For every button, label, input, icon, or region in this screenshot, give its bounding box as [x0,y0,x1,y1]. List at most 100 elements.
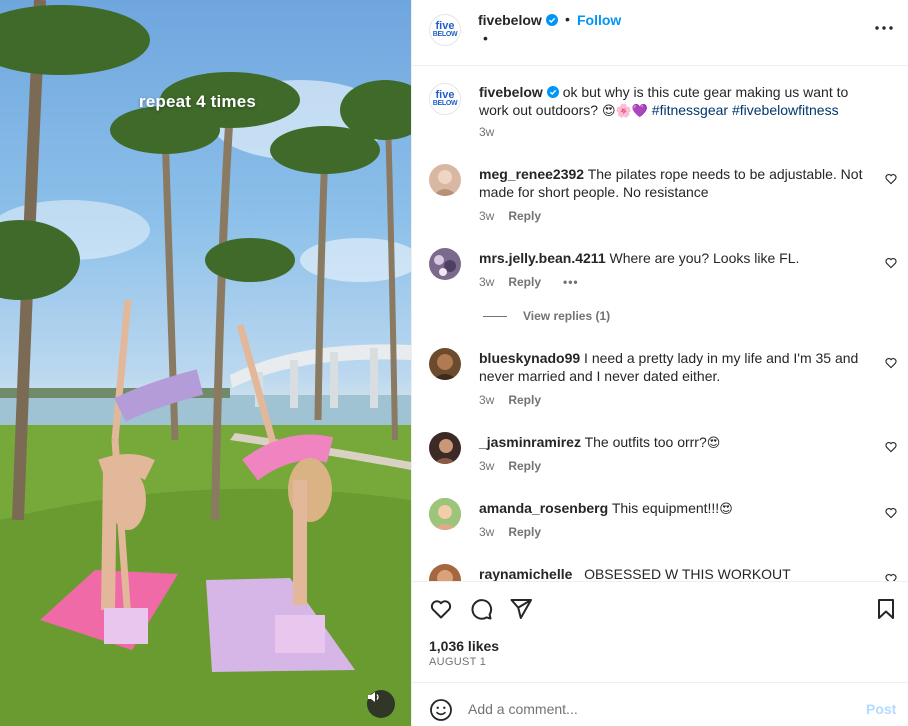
comment-text: blueskynado99 I need a pretty lady in my… [479,349,871,385]
comment-row: raynamichelle OBSESSED W THIS WORKOUT [412,563,908,581]
comment-username[interactable]: meg_renee2392 [479,166,584,182]
reply-button[interactable]: Reply [508,393,541,407]
avatar-image [433,439,457,464]
comment-body: OBSESSED W THIS WORKOUT [584,566,791,581]
comment-text: meg_renee2392 The pilates rope needs to … [479,165,871,201]
caption-meta: 3w [479,125,494,139]
comment-options-button[interactable]: ••• [563,275,579,289]
comment-time[interactable]: 3w [479,525,494,539]
avatar-image [437,570,453,581]
commenter-avatar[interactable] [429,348,461,380]
caption-username[interactable]: fivebelow [479,84,543,100]
caption-text: fivebelow ok but why is this cute gear m… [479,83,871,121]
comment-username[interactable]: blueskynado99 [479,350,580,366]
comment-text: raynamichelle OBSESSED W THIS WORKOUT [479,565,871,581]
avatar-image [433,170,457,196]
commenter-avatar[interactable] [429,564,461,581]
comment-time[interactable]: 3w [479,275,494,289]
reply-button[interactable]: Reply [508,525,541,539]
divider-line [483,316,507,318]
comment-username[interactable]: mrs.jelly.bean.4211 [479,250,606,266]
more-horizontal-icon [875,26,893,30]
comment-username[interactable]: raynamichelle [479,566,572,581]
header-subline: • [483,30,488,46]
post-header: five BELOW fivebelow • Follow • [412,0,908,66]
comment-composer: Post [412,682,908,726]
comment-icon[interactable] [469,597,493,621]
verified-badge-icon [546,86,559,98]
post-video[interactable]: repeat 4 times [0,0,411,726]
comment-time[interactable]: 3w [479,393,494,407]
comment-row: _jasminramirez The outfits too orrr?😍 3w… [412,431,908,491]
post-button[interactable]: Post [866,701,896,717]
video-caption-overlay: repeat 4 times [138,92,257,111]
like-comment-heart-icon[interactable] [885,173,897,185]
comment-text: amanda_rosenberg This equipment!!!😍 [479,499,871,519]
post-actions: 1,036 likes AUGUST 1 [412,581,908,681]
author-username[interactable]: fivebelow [478,12,558,28]
reply-button[interactable]: Reply [508,209,541,223]
author-username-text[interactable]: fivebelow [478,12,542,28]
comment-meta: 3w Reply [479,209,541,223]
logo-text-bottom: BELOW [432,99,458,107]
comment-emoji: 😍 [719,502,733,517]
comment-input[interactable] [468,696,848,722]
view-replies-label[interactable]: View replies (1) [523,309,610,323]
comment-text: _jasminramirez The outfits too orrr?😍 [479,433,871,453]
comment-meta: 3w Reply ••• [479,275,579,289]
comment-row: blueskynado99 I need a pretty lady in my… [412,347,908,407]
avatar-image [433,354,457,380]
caption-time[interactable]: 3w [479,125,494,139]
hashtag-link[interactable]: #fivebelowfitness [732,102,839,118]
caption-emojis: 😍🌸💜 [601,104,648,119]
comment-row: meg_renee2392 The pilates rope needs to … [412,163,908,223]
separator-dot: • [565,11,570,27]
comment-row: mrs.jelly.bean.4211 Where are you? Looks… [412,247,908,307]
smiley-icon[interactable] [429,698,453,722]
post-details-panel: five BELOW fivebelow • Follow • five BEL… [411,0,908,726]
commenter-avatar[interactable] [429,164,461,196]
reply-button[interactable]: Reply [508,275,541,289]
commenter-avatar[interactable] [429,498,461,530]
bookmark-icon[interactable] [874,597,898,621]
verified-badge-icon [545,14,558,26]
comment-body: The outfits too orrr? [584,434,707,450]
caption-row: five BELOW fivebelow ok but why is this … [412,81,908,141]
author-avatar[interactable]: five BELOW [429,14,461,46]
like-count[interactable]: 1,036 likes [429,638,499,654]
caption-author-avatar[interactable]: five BELOW [429,83,461,115]
comment-body: Where are you? Looks like FL. [609,250,800,266]
instagram-post-view: repeat 4 times five BELOW fivebelow • Fo… [0,0,908,726]
comment-emoji: 😍 [706,436,721,451]
comment-meta: 3w Reply [479,459,541,473]
like-comment-heart-icon[interactable] [885,441,897,453]
like-comment-heart-icon[interactable] [885,507,897,519]
commenter-avatar[interactable] [429,248,461,280]
comment-meta: 3w Reply [479,393,541,407]
comment-text: mrs.jelly.bean.4211 Where are you? Looks… [479,249,871,267]
like-comment-heart-icon[interactable] [885,357,897,369]
comment-row: amanda_rosenberg This equipment!!!😍 3w Re… [412,497,908,557]
comment-time[interactable]: 3w [479,209,494,223]
commenter-avatar[interactable] [429,432,461,464]
mute-button[interactable] [367,690,395,718]
view-replies-button[interactable]: View replies (1) [483,309,610,323]
comment-meta: 3w Reply [479,525,541,539]
more-options-button[interactable] [872,20,896,36]
comment-username[interactable]: amanda_rosenberg [479,500,608,516]
follow-button[interactable]: Follow [577,12,621,28]
comment-username[interactable]: _jasminramirez [479,434,581,450]
post-date[interactable]: AUGUST 1 [429,656,486,668]
like-comment-heart-icon[interactable] [885,573,897,581]
avatar-image [434,255,456,276]
share-icon[interactable] [509,597,533,621]
logo-text-bottom: BELOW [432,30,458,38]
comments-list[interactable]: five BELOW fivebelow ok but why is this … [412,67,908,581]
like-comment-heart-icon[interactable] [885,257,897,269]
reply-button[interactable]: Reply [508,459,541,473]
hashtag-link[interactable]: #fitnessgear [652,102,728,118]
comment-body: This equipment!!! [611,500,720,516]
heart-icon[interactable] [429,597,453,621]
comment-time[interactable]: 3w [479,459,494,473]
speaker-icon [368,692,379,702]
